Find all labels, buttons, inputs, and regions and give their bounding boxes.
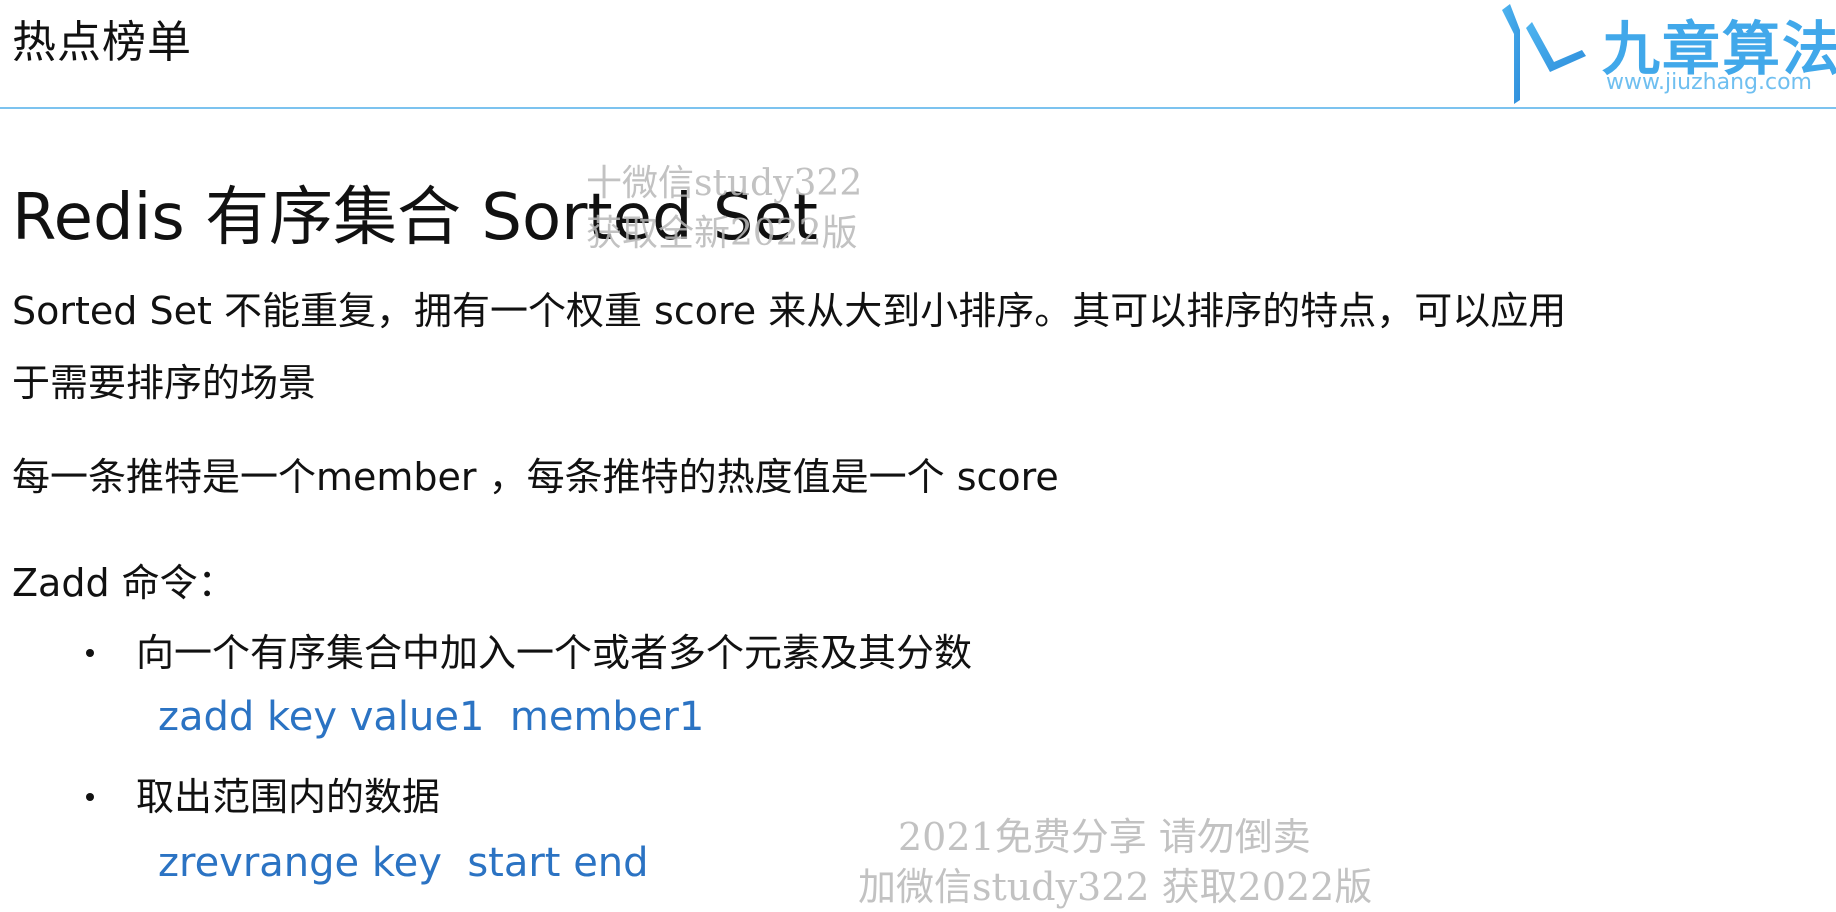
- watermark-text: 十微信study322: [586, 163, 863, 204]
- bullet-text: 向一个有序集合中加入一个或者多个元素及其分数: [136, 631, 973, 675]
- page-title: 热点榜单: [12, 17, 192, 68]
- watermark-text: 2021免费分享 请勿倒卖: [898, 815, 1311, 859]
- paragraph: 每一条推特是一个member ，每条推特的热度值是一个 score: [12, 455, 1059, 499]
- command-heading: Zadd 命令：: [12, 561, 236, 605]
- bullet-item: 取出范围内的数据: [86, 766, 440, 821]
- watermark-text: 获取全新2022版: [586, 213, 858, 254]
- code-example: zrevrange key start end: [158, 840, 649, 886]
- bullet-icon: [86, 649, 94, 657]
- bullet-icon: [86, 793, 94, 801]
- paragraph-line: 于需要排序的场景: [12, 361, 317, 405]
- paragraph-line: Sorted Set 不能重复，拥有一个权重 score 来从大到小排序。其可以…: [12, 289, 1567, 333]
- header-divider: [0, 107, 1836, 109]
- bullet-text: 取出范围内的数据: [136, 775, 441, 819]
- code-example: zadd key value1 member1: [158, 694, 705, 740]
- jiuzhang-logo: 九章算法 www.jiuzhang.com: [1496, 0, 1836, 106]
- jiuzhang-logo-mark-icon: [1502, 4, 1586, 104]
- bullet-item: 向一个有序集合中加入一个或者多个元素及其分数: [86, 622, 972, 677]
- watermark-text: 加微信study322 获取2022版: [858, 865, 1373, 909]
- logo-url: www.jiuzhang.com: [1606, 70, 1812, 95]
